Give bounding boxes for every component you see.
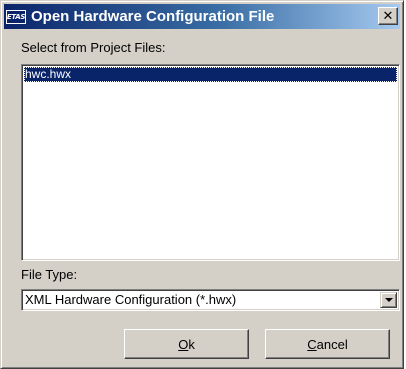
dialog-title: Open Hardware Configuration File: [31, 8, 275, 25]
list-item[interactable]: hwc.hwx: [24, 67, 397, 82]
title-bar[interactable]: ETAS Open Hardware Configuration File ✕: [4, 4, 400, 29]
close-icon: ✕: [382, 8, 394, 24]
ok-button[interactable]: Ok: [124, 329, 249, 359]
file-type-select[interactable]: XML Hardware Configuration (*.hwx): [21, 289, 400, 311]
dropdown-button[interactable]: [380, 292, 397, 308]
close-button[interactable]: ✕: [378, 7, 398, 25]
cancel-button[interactable]: Cancel: [265, 329, 390, 359]
project-files-label: Select from Project Files:: [21, 40, 166, 55]
chevron-down-icon: [384, 298, 393, 302]
project-files-listbox[interactable]: hwc.hwx: [21, 64, 400, 261]
open-hardware-config-dialog: ETAS Open Hardware Configuration File ✕ …: [0, 0, 404, 369]
file-type-value: XML Hardware Configuration (*.hwx): [25, 292, 237, 307]
ok-label-rest: k: [188, 336, 195, 352]
file-type-label: File Type:: [21, 267, 78, 282]
ok-mnemonic: O: [178, 336, 189, 352]
etas-app-icon: ETAS: [6, 9, 26, 24]
cancel-label-rest: ancel: [316, 336, 348, 352]
cancel-mnemonic: C: [307, 336, 317, 352]
